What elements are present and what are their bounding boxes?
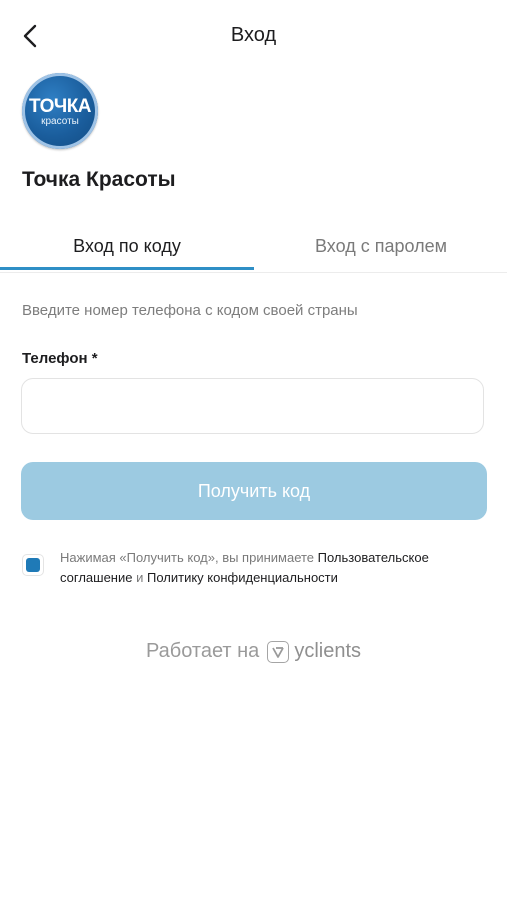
login-tabs: Вход по коду Вход с паролем: [0, 222, 507, 273]
yclients-logo-icon: [267, 640, 290, 663]
active-tab-indicator: [0, 267, 254, 270]
checkbox-checked-mark: [26, 558, 40, 572]
yclients-mark-icon: [272, 646, 285, 658]
header: Вход: [0, 0, 507, 72]
consent-text: Нажимая «Получить код», вы принимаете По…: [60, 548, 490, 588]
salon-logo: ТОЧКА красоты: [22, 73, 98, 149]
tab-login-by-password[interactable]: Вход с паролем: [254, 222, 507, 270]
privacy-policy-link[interactable]: Политику конфиденциальности: [147, 570, 338, 585]
consent-prefix: Нажимая «Получить код», вы принимаете: [60, 550, 318, 565]
tab-login-by-code[interactable]: Вход по коду: [0, 222, 254, 270]
page-title: Вход: [230, 24, 277, 46]
phone-label: Телефон *: [22, 350, 98, 367]
phone-input[interactable]: [21, 378, 484, 434]
get-code-button[interactable]: Получить код: [21, 462, 487, 520]
consent-and: и: [132, 570, 147, 585]
phone-hint: Введите номер телефона с кодом своей стр…: [22, 302, 358, 319]
salon-name: Точка Красоты: [22, 168, 176, 191]
powered-by-label: Работает на: [145, 640, 260, 662]
yclients-brand[interactable]: yclients: [294, 640, 361, 663]
consent-checkbox[interactable]: [22, 554, 44, 576]
logo-main-text: ТОЧКА: [28, 95, 92, 117]
powered-by: Работает на yclients: [0, 640, 507, 663]
logo-sub-text: красоты: [41, 115, 79, 127]
